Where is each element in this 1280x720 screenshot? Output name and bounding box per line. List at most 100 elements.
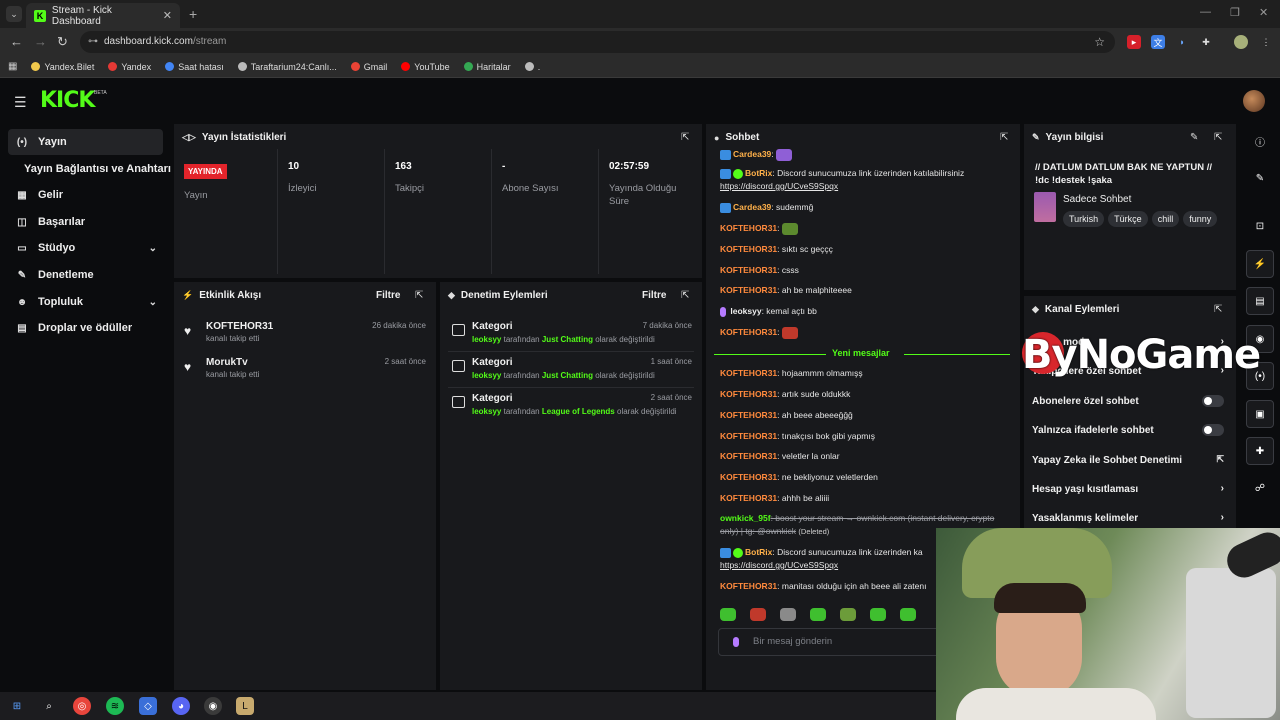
chat-link[interactable]: https://discord.gg/UCveS9Spqx bbox=[720, 181, 838, 191]
league-of-legends-icon[interactable]: L bbox=[236, 697, 254, 715]
bookmark-star-icon[interactable]: ☆ bbox=[1094, 31, 1105, 53]
chat-username[interactable]: KOFTEHOR31 bbox=[720, 389, 777, 399]
emote-button[interactable] bbox=[870, 608, 886, 621]
windows-start-icon[interactable]: ⊞ bbox=[8, 697, 26, 715]
bookmark-item[interactable]: Haritalar bbox=[463, 62, 511, 72]
audio-icon[interactable]: ◗ bbox=[1175, 35, 1189, 49]
community-rail-icon[interactable]: ☍ bbox=[1246, 474, 1274, 502]
chat-username[interactable]: ownkick_95f bbox=[720, 513, 771, 523]
emote-button[interactable] bbox=[810, 608, 826, 621]
layout-icon[interactable]: ▣ bbox=[1246, 400, 1274, 428]
chat-username[interactable]: KOFTEHOR31 bbox=[720, 581, 777, 591]
kick-logo[interactable]: KICK bbox=[40, 88, 95, 113]
chat-username[interactable]: KOFTEHOR31 bbox=[720, 472, 777, 482]
minimize-button[interactable]: — bbox=[1200, 6, 1211, 18]
sidebar-item-gelir[interactable]: ▦ Gelir bbox=[8, 182, 163, 208]
popout-icon[interactable]: ⇱ bbox=[681, 290, 689, 301]
edit-icon[interactable]: ✎ bbox=[1190, 132, 1198, 143]
extension-icon[interactable]: ▸ bbox=[1127, 35, 1141, 49]
tag-pill[interactable]: Türkçe bbox=[1108, 211, 1148, 227]
close-tab-icon[interactable]: ✕ bbox=[163, 9, 172, 22]
sidebar-item-topluluk[interactable]: ☻ Topluluk ⌄ bbox=[8, 289, 163, 315]
browser-menu-icon[interactable]: ⋮ bbox=[1259, 35, 1273, 49]
filter-button[interactable]: Filtre bbox=[376, 290, 400, 301]
new-tab-button[interactable]: + bbox=[189, 6, 197, 22]
clipboard-icon[interactable]: ▤ bbox=[1246, 287, 1274, 315]
popout-icon[interactable]: ⇱ bbox=[1214, 132, 1222, 143]
sidebar-item-stream-key[interactable]: Yayın Bağlantısı ve Anahtarı bbox=[8, 156, 173, 182]
emote-button[interactable] bbox=[840, 608, 856, 621]
sidebar-item-studyo[interactable]: ▭ Stüdyo ⌄ bbox=[8, 235, 163, 261]
mod-user[interactable]: leoksyy bbox=[472, 371, 501, 380]
popout-icon[interactable]: ⇱ bbox=[681, 132, 689, 143]
popout-icon[interactable]: ⇱ bbox=[415, 290, 423, 301]
screenshot-icon[interactable]: ⊡ bbox=[1246, 212, 1274, 240]
tag-pill[interactable]: Turkish bbox=[1063, 211, 1105, 227]
user-avatar[interactable] bbox=[1243, 90, 1265, 112]
back-button[interactable]: ← bbox=[10, 34, 23, 49]
chrome-icon[interactable]: ◎ bbox=[73, 697, 91, 715]
tag-pill[interactable]: chill bbox=[1151, 211, 1180, 227]
channel-action-account-age[interactable]: Hesap yaşı kısıtlaması › bbox=[1032, 483, 1224, 495]
close-window-button[interactable]: ✕ bbox=[1259, 6, 1268, 19]
bookmark-item[interactable]: Yandex bbox=[108, 62, 151, 72]
bookmark-item[interactable]: Saat hatası bbox=[165, 62, 224, 72]
sidebar-item-droplar[interactable]: ▤ Droplar ve ödüller bbox=[8, 315, 163, 341]
chat-username[interactable]: BotRix bbox=[745, 168, 772, 178]
channel-action-ai-moderation[interactable]: Yapay Zeka ile Sohbet Denetimi ⇱ bbox=[1032, 454, 1224, 466]
popout-icon[interactable]: ⇱ bbox=[1214, 304, 1222, 315]
chat-username[interactable]: Cardea39 bbox=[733, 202, 771, 212]
chat-username[interactable]: leoksyy bbox=[730, 306, 761, 316]
reload-button[interactable]: ↻ bbox=[57, 34, 68, 50]
sidebar-item-yayin[interactable]: (•) Yayın bbox=[8, 129, 163, 155]
chat-username[interactable]: KOFTEHOR31 bbox=[720, 265, 777, 275]
forward-button[interactable]: → bbox=[34, 34, 47, 49]
popout-icon[interactable]: ⇱ bbox=[1000, 132, 1008, 143]
chat-username[interactable]: KOFTEHOR31 bbox=[720, 223, 777, 233]
bookmark-item[interactable]: Taraftarium24:Canlı... bbox=[237, 62, 337, 72]
chat-link[interactable]: https://discord.gg/UCveS9Spqx bbox=[720, 560, 838, 570]
browser-tab[interactable]: K Stream - Kick Dashboard ✕ bbox=[26, 3, 180, 28]
pencil-icon[interactable]: ✎ bbox=[1246, 164, 1274, 192]
hamburger-menu-icon[interactable]: ☰ bbox=[14, 94, 27, 111]
chat-username[interactable]: KOFTEHOR31 bbox=[720, 368, 777, 378]
app-icon[interactable]: ◇ bbox=[139, 697, 157, 715]
maximize-button[interactable]: ❐ bbox=[1230, 6, 1240, 19]
wrench-rail-icon[interactable]: ✚ bbox=[1246, 437, 1274, 465]
chat-username[interactable]: KOFTEHOR31 bbox=[720, 327, 777, 337]
url-input[interactable]: ⊶ dashboard.kick.com/stream ☆ bbox=[80, 31, 1115, 53]
emote-button[interactable] bbox=[900, 608, 916, 621]
chat-username[interactable]: KOFTEHOR31 bbox=[720, 244, 777, 254]
mod-user[interactable]: leoksyy bbox=[472, 335, 501, 344]
extensions-puzzle-icon[interactable]: ✚ bbox=[1199, 35, 1213, 49]
lightning-rail-icon[interactable]: ⚡ bbox=[1246, 250, 1274, 278]
discord-icon[interactable]: ◕ bbox=[172, 697, 190, 715]
mod-user[interactable]: leoksyy bbox=[472, 407, 501, 416]
site-info-icon[interactable]: ⊶ bbox=[88, 31, 98, 53]
filter-button[interactable]: Filtre bbox=[642, 290, 666, 301]
chat-username[interactable]: KOFTEHOR31 bbox=[720, 451, 777, 461]
tab-search-button[interactable]: ⌄ bbox=[6, 6, 22, 22]
chat-username[interactable]: BotRix bbox=[745, 547, 772, 557]
tag-pill[interactable]: funny bbox=[1183, 211, 1218, 227]
subs-only-toggle[interactable] bbox=[1202, 395, 1224, 407]
chat-username[interactable]: KOFTEHOR31 bbox=[720, 493, 777, 503]
category-name[interactable]: Sadece Sohbet bbox=[1063, 194, 1131, 205]
emote-button[interactable] bbox=[750, 608, 766, 621]
apps-grid-icon[interactable]: ▦ bbox=[8, 61, 17, 72]
emote-button[interactable] bbox=[780, 608, 796, 621]
bookmark-item[interactable]: Yandex.Bilet bbox=[31, 62, 94, 72]
sidebar-item-denetleme[interactable]: ✎ Denetleme bbox=[8, 262, 163, 288]
bookmark-item[interactable]: . bbox=[524, 62, 540, 72]
translate-icon[interactable]: 文 bbox=[1151, 35, 1165, 49]
emote-only-toggle[interactable] bbox=[1202, 424, 1224, 436]
emote-button[interactable] bbox=[720, 608, 736, 621]
chat-username[interactable]: KOFTEHOR31 bbox=[720, 431, 777, 441]
channel-action-emote-only[interactable]: Yalnızca ifadelerle sohbet bbox=[1032, 424, 1224, 436]
info-icon[interactable]: ⓘ bbox=[1246, 127, 1274, 155]
activity-user[interactable]: KOFTEHOR31 bbox=[206, 321, 273, 332]
channel-action-subs-only[interactable]: Abonelere özel sohbet bbox=[1032, 395, 1224, 407]
chat-username[interactable]: KOFTEHOR31 bbox=[720, 285, 777, 295]
obs-icon[interactable]: ◉ bbox=[204, 697, 222, 715]
channel-action-banned-words[interactable]: Yasaklanmış kelimeler › bbox=[1032, 512, 1224, 524]
